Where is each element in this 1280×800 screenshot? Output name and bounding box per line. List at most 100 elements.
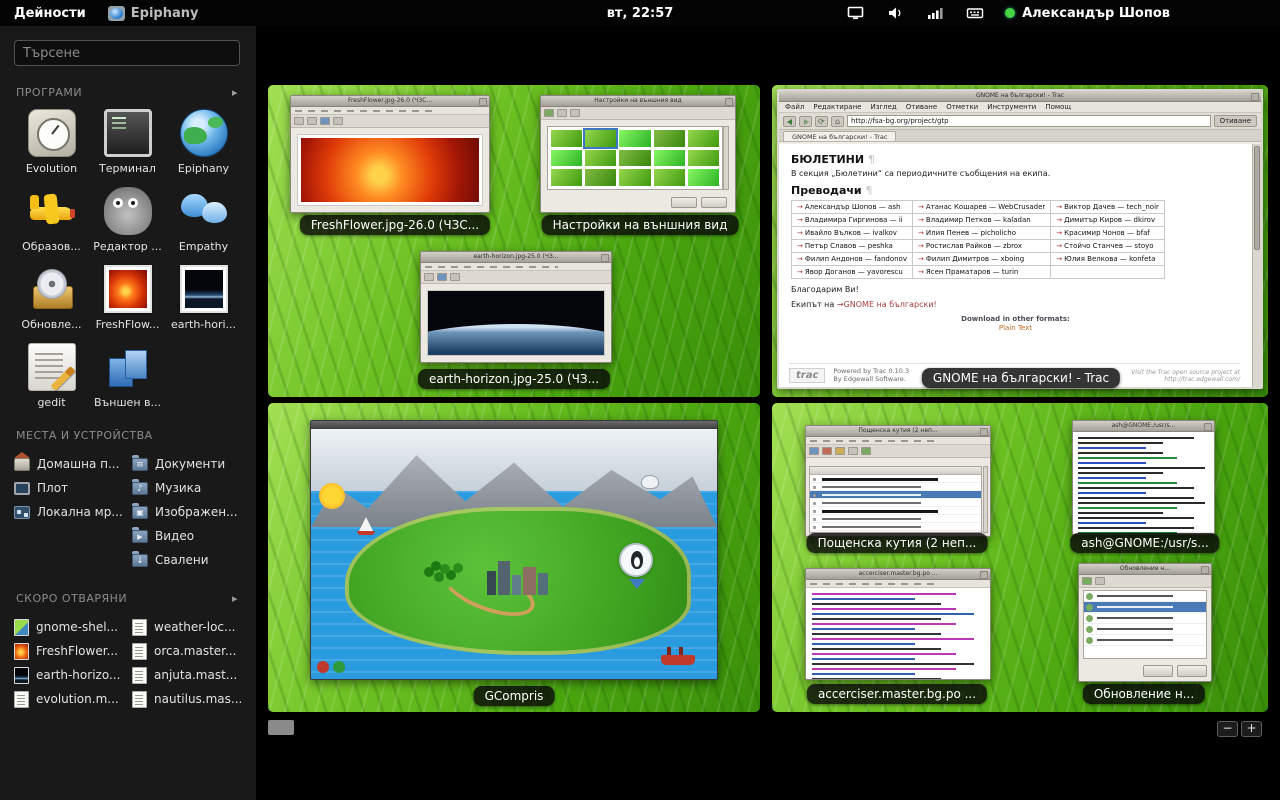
- window-titlebar: accerciser.master.bg.po ...: [806, 569, 990, 580]
- keyboard-indicator-icon[interactable]: [965, 4, 985, 22]
- recent-item[interactable]: evolution.m...: [14, 687, 126, 711]
- place-home[interactable]: Домашна п...: [14, 452, 126, 476]
- places-section-header: МЕСТА И УСТРОЙСТВА: [16, 429, 238, 442]
- gnome-link: →GNOME на български!: [837, 300, 937, 309]
- window-appearance-settings[interactable]: Настройки на външния вид: [540, 95, 736, 213]
- app-item-appearance[interactable]: Външен в...: [90, 343, 165, 409]
- add-workspace-button[interactable]: +: [1241, 721, 1262, 737]
- app-item-gcompris[interactable]: Образов...: [14, 187, 89, 253]
- app-item-terminal[interactable]: Терминал: [90, 109, 165, 175]
- place-label: Видео: [155, 529, 194, 543]
- workspace-4[interactable]: Пощенска кутия (2 неп... Пощенска кутия …: [772, 403, 1268, 712]
- place-pictures[interactable]: Изображен...: [132, 500, 244, 524]
- app-item-freshflower[interactable]: FreshFlow...: [90, 265, 165, 331]
- presence-available-icon: [1005, 8, 1015, 18]
- place-label: Музика: [155, 481, 201, 495]
- places-list: Домашна п... Плот Локална мр... Документ…: [14, 452, 244, 572]
- window-updater[interactable]: Обновление н...: [1078, 563, 1212, 682]
- place-label: Документи: [155, 457, 225, 471]
- recent-label: orca.master...: [154, 644, 236, 658]
- window-freshflower[interactable]: FreshFlower.jpg-26.0 (ЧЗС...: [290, 95, 490, 213]
- recent-label: nautilus.mas...: [154, 692, 242, 706]
- app-label: Epiphany: [178, 162, 229, 175]
- programs-header-label: ПРОГРАМИ: [16, 86, 82, 99]
- network-signal-icon[interactable]: [925, 4, 945, 22]
- app-item-empathy[interactable]: Empathy: [166, 187, 241, 253]
- top-bar: Дейности Epiphany вт, 22:57 Александър Ш…: [0, 0, 1280, 26]
- app-label: Външен в...: [94, 396, 161, 409]
- software-update-icon: [28, 265, 76, 313]
- display-icon[interactable]: [845, 4, 865, 22]
- place-downloads[interactable]: Свалени: [132, 548, 244, 572]
- place-network[interactable]: Локална мр...: [14, 500, 126, 524]
- place-videos[interactable]: Видео: [132, 524, 244, 548]
- window-menubar: [806, 580, 990, 588]
- app-item-evolution[interactable]: Evolution: [14, 109, 89, 175]
- app-label: gedit: [37, 396, 65, 409]
- trac-logo: trac: [789, 368, 825, 383]
- window-earth-horizon[interactable]: earth-horizon.jpg-25.0 (ЧЗ...: [420, 251, 612, 363]
- app-item-earth-horizon[interactable]: earth-hori...: [166, 265, 241, 331]
- recent-item[interactable]: orca.master...: [132, 639, 244, 663]
- place-label: Свалени: [155, 553, 209, 567]
- message-list: [809, 466, 982, 533]
- browser-navbar: Отиване: [779, 113, 1261, 130]
- recent-item[interactable]: FreshFlower...: [14, 639, 126, 663]
- recent-item[interactable]: earth-horizo...: [14, 663, 126, 687]
- place-documents[interactable]: Документи: [132, 452, 244, 476]
- text-file-icon: [132, 619, 147, 636]
- place-label: Домашна п...: [37, 457, 119, 471]
- recent-item[interactable]: gnome-shel...: [14, 615, 126, 639]
- back-button: [783, 116, 796, 127]
- window-toolbar: [291, 115, 489, 128]
- workspace-scroll-handle[interactable]: [268, 720, 294, 735]
- user-menu[interactable]: Александър Шопов: [1005, 6, 1170, 21]
- workspace-2[interactable]: GNOME на български! - Trac ФайлРедактира…: [772, 85, 1268, 397]
- gnome-shell-overview: Дейности Epiphany вт, 22:57 Александър Ш…: [0, 0, 1280, 800]
- recent-item[interactable]: anjuta.mast...: [132, 663, 244, 687]
- app-item-updates[interactable]: Обновле...: [14, 265, 89, 331]
- remove-workspace-button[interactable]: −: [1217, 721, 1238, 737]
- app-label: Обновле...: [21, 318, 81, 331]
- recent-section-header: СКОРО ОТВАРЯНИ: [16, 592, 238, 605]
- plain-text-link: Plain Text: [791, 324, 1240, 332]
- volume-icon[interactable]: [885, 4, 905, 22]
- home-icon: [14, 458, 30, 471]
- window-gcompris[interactable]: [310, 420, 718, 680]
- recent-label: earth-horizo...: [36, 668, 120, 682]
- app-item-epiphany[interactable]: Epiphany: [166, 109, 241, 175]
- window-trac-browser[interactable]: GNOME на български! - Trac ФайлРедактира…: [777, 89, 1263, 389]
- menu-item: Помощ: [1045, 103, 1071, 111]
- activities-button[interactable]: Дейности: [0, 0, 100, 26]
- workspace-grid: FreshFlower.jpg-26.0 (ЧЗС... FreshFlower…: [256, 26, 1280, 800]
- app-item-gedit[interactable]: gedit: [14, 343, 89, 409]
- window-terminal[interactable]: ash@GNOME:/usr/s...: [1072, 420, 1215, 535]
- window-titlebar: GNOME на български! - Trac: [779, 91, 1261, 102]
- programs-expander-icon[interactable]: [232, 86, 238, 99]
- app-item-image-editor[interactable]: Редактор ...: [90, 187, 165, 253]
- page-heading: БЮЛЕТИНИ ¶: [791, 153, 1240, 166]
- app-menu[interactable]: Epiphany: [108, 6, 199, 21]
- user-name: Александър Шопов: [1022, 6, 1170, 21]
- workspace-1[interactable]: FreshFlower.jpg-26.0 (ЧЗС... FreshFlower…: [268, 85, 760, 397]
- window-titlebar: Пощенска кутия (2 неп...: [806, 426, 990, 437]
- recent-label: anjuta.mast...: [154, 668, 237, 682]
- forward-button: [799, 116, 812, 127]
- recent-item[interactable]: weather-loc...: [132, 615, 244, 639]
- workspace-3[interactable]: GCompris: [268, 403, 760, 712]
- recent-item[interactable]: nautilus.mas...: [132, 687, 244, 711]
- window-po-editor[interactable]: accerciser.master.bg.po ...: [805, 568, 991, 680]
- search-input[interactable]: [14, 40, 240, 66]
- window-mail[interactable]: Пощенска кутия (2 неп...: [805, 425, 991, 537]
- url-entry: [847, 115, 1211, 127]
- earth-file-icon: [14, 667, 29, 684]
- recent-expander-icon[interactable]: [232, 592, 238, 605]
- clock[interactable]: вт, 22:57: [607, 6, 674, 21]
- translators-table: Александър Шопов — ashАтанас Кошарев — W…: [791, 200, 1165, 279]
- table-row: Владимира Гиргинова — iiВладимир Петков …: [792, 214, 1165, 227]
- place-desktop[interactable]: Плот: [14, 476, 126, 500]
- scrollbar: [983, 466, 988, 533]
- overview-sidebar: ПРОГРАМИ Evolution Терминал Epiphany Обр…: [0, 26, 256, 800]
- place-music[interactable]: Музика: [132, 476, 244, 500]
- app-label: Evolution: [26, 162, 77, 175]
